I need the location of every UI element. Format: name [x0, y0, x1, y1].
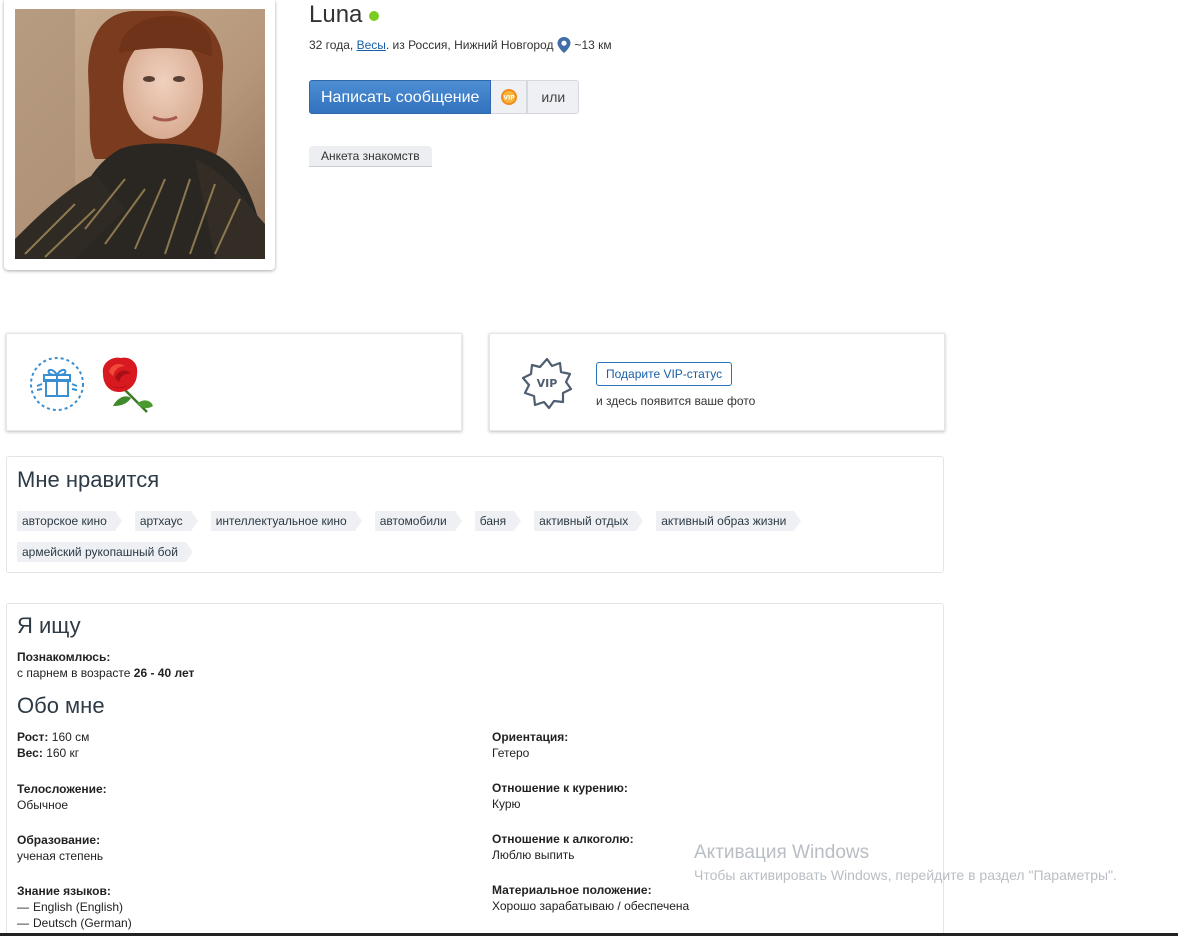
profile-meta: 32 года, Весы. из Россия, Нижний Новгоро… — [309, 37, 612, 53]
windows-activation-title: Активация Windows — [694, 842, 870, 863]
languages-field: Знание языков: — English (English) — Deuts… — [17, 883, 132, 931]
education-value: ученая степень — [17, 849, 104, 863]
alcohol-label: Отношение к алкоголю: — [492, 832, 634, 846]
likes-title: Мне нравится — [17, 467, 160, 492]
smoking-value: Курю — [492, 797, 521, 811]
height-weight-field: Рост: 160 см Вес: 160 кг — [17, 729, 89, 761]
online-status-dot — [369, 11, 380, 21]
profile-age: 32 года, — [309, 38, 354, 52]
interest-chip[interactable]: авторское кино — [17, 511, 122, 531]
write-message-button[interactable]: Написать сообщение — [309, 80, 492, 114]
zodiac-link[interactable]: Весы — [357, 38, 386, 52]
interest-chip[interactable]: активный отдых — [534, 511, 644, 531]
meet-text: с парнем в возрасте — [17, 666, 131, 680]
meet-label: Познакомлюсь: — [17, 650, 111, 664]
likes-section: Мне нравится авторское кино артхаус инте… — [6, 456, 944, 573]
svg-text:VIP: VIP — [537, 377, 558, 390]
profile-photo[interactable] — [15, 9, 265, 259]
profile-name: Luna — [309, 1, 363, 28]
education-field: Образование: ученая степень — [17, 832, 103, 864]
language-item: — English (English) — [17, 900, 124, 914]
interest-chip[interactable]: активный образ жизни — [656, 511, 802, 531]
profile-photo-card — [4, 0, 275, 270]
interest-chip[interactable]: автомобили — [374, 511, 462, 531]
finance-value: Хорошо зарабатываю / обеспечена — [492, 899, 690, 913]
rose-gift-icon[interactable] — [95, 354, 155, 414]
height-value: 160 см — [51, 730, 90, 744]
action-buttons: Написать сообщение VIP или — [309, 80, 580, 114]
location-pin-icon — [557, 37, 571, 53]
profile-page: Luna 32 года, Весы. из Россия, Нижний Но… — [0, 0, 1178, 936]
gifts-box — [6, 333, 462, 431]
orientation-value: Гетеро — [492, 746, 530, 760]
alcohol-field: Отношение к алкоголю: Люблю выпить — [492, 831, 634, 863]
gift-vip-status-button[interactable]: Подарите VIP-статус — [596, 362, 733, 386]
gift-icon[interactable] — [29, 356, 85, 412]
profile-type-tag[interactable]: Анкета знакомств — [309, 146, 432, 167]
about-section: Я ищу Познакомлюсь: с парнем в возрасте … — [6, 603, 944, 936]
interest-chip[interactable]: армейский рукопашный бой — [17, 542, 193, 562]
finance-label: Материальное положение: — [492, 883, 652, 897]
build-label: Телосложение: — [17, 782, 107, 796]
smoking-field: Отношение к курению: Курю — [492, 780, 628, 812]
vip-badge-icon: VIP — [500, 89, 517, 105]
weight-label: Вес: — [17, 746, 43, 760]
likes-list: авторское кино артхаус интеллектуальное … — [17, 511, 917, 562]
profile-name-row: Luna — [309, 1, 380, 29]
education-label: Образование: — [17, 833, 101, 847]
about-title: Обо мне — [17, 693, 105, 718]
languages-label: Знание языков: — [17, 884, 111, 898]
meet-field: Познакомлюсь: с парнем в возрасте 26 - 4… — [17, 649, 194, 681]
interest-chip[interactable]: баня — [474, 511, 522, 531]
build-value: Обычное — [17, 798, 69, 812]
smoking-label: Отношение к курению: — [492, 781, 628, 795]
height-label: Рост: — [17, 730, 49, 744]
age-range: 26 - 40 лет — [133, 666, 195, 680]
weight-value: 160 кг — [46, 746, 80, 760]
search-title: Я ищу — [17, 613, 81, 638]
build-field: Телосложение: Обычное — [17, 781, 107, 813]
windows-activation-subtitle: Чтобы активировать Windows, перейдите в … — [694, 867, 1117, 883]
vip-note: и здесь появится ваше фото — [596, 394, 756, 408]
orientation-label: Ориентация: — [492, 730, 569, 744]
vip-message-button[interactable]: VIP — [491, 80, 528, 114]
interest-chip[interactable]: интеллектуальное кино — [210, 511, 362, 531]
profile-location: . из Россия, Нижний Новгород — [385, 38, 554, 52]
interest-chip[interactable]: артхаус — [134, 511, 198, 531]
vip-promo-box: VIP Подарите VIP-статус и здесь появится… — [489, 333, 945, 431]
svg-text:VIP: VIP — [503, 95, 515, 102]
profile-distance: ~13 км — [574, 38, 612, 52]
or-button[interactable]: или — [527, 80, 580, 114]
alcohol-value: Люблю выпить — [492, 848, 575, 862]
orientation-field: Ориентация: Гетеро — [492, 729, 568, 761]
vip-star-icon: VIP — [521, 357, 573, 410]
language-item: — Deutsch (German) — [17, 916, 132, 930]
finance-field: Материальное положение: Хорошо зарабатыв… — [492, 882, 689, 914]
